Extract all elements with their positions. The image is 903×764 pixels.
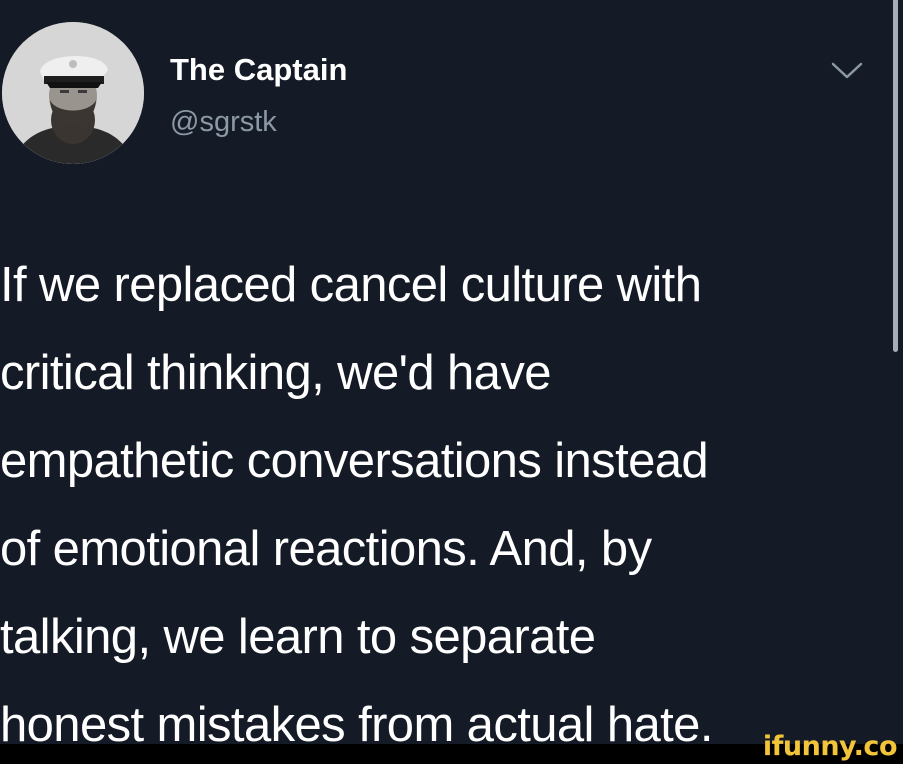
author-display-name[interactable]: The Captain	[170, 52, 347, 88]
avatar[interactable]	[2, 22, 144, 164]
watermark: ifunny.co	[762, 731, 898, 762]
tweet-text: If we replaced cancel culture with criti…	[0, 258, 713, 752]
tweet-menu-button[interactable]	[830, 60, 864, 82]
avatar-portrait-icon	[2, 22, 144, 164]
author-handle[interactable]: @sgrstk	[170, 106, 277, 139]
tweet-screenshot: The Captain @sgrstk If we replaced cance…	[0, 0, 903, 764]
chevron-down-icon	[831, 62, 863, 79]
scrollbar-thumb[interactable]	[893, 0, 898, 352]
